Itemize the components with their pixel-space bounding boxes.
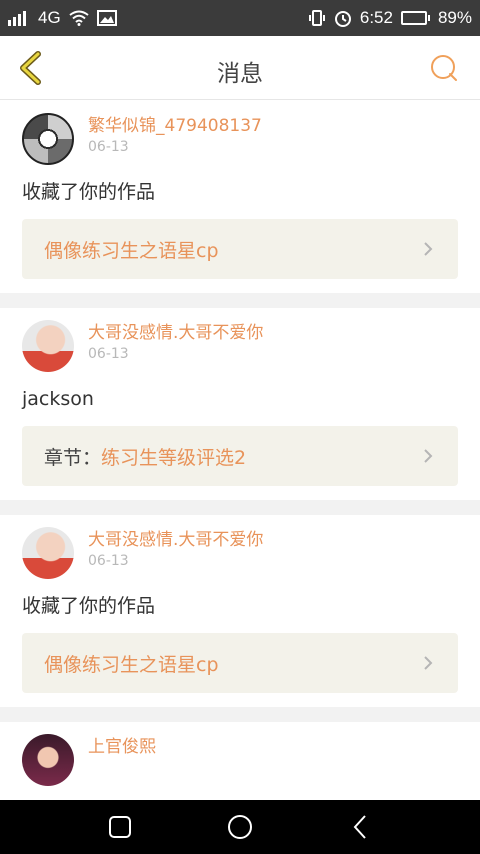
- chevron-right-icon: [424, 656, 433, 670]
- chevron-right-icon: [424, 449, 433, 463]
- work-link[interactable]: 偶像练习生之语星cp: [22, 633, 458, 693]
- notification-message: 收藏了你的作品: [22, 181, 156, 203]
- search-button[interactable]: [426, 50, 462, 86]
- network-type: 4G: [38, 8, 61, 27]
- home-button[interactable]: [220, 807, 260, 847]
- notification-card: 大哥没感情.大哥不爱你 06-13 收藏了你的作品 偶像练习生之语星cp: [0, 515, 480, 707]
- user-name[interactable]: 大哥没感情.大哥不爱你: [88, 529, 263, 551]
- chevron-right-icon: [424, 242, 433, 256]
- link-title: 偶像练习生之语星cp: [44, 239, 219, 262]
- page-title: 消息: [217, 61, 263, 87]
- battery-percent: 89%: [437, 8, 472, 27]
- chapter-link[interactable]: 章节：练习生等级评选2: [22, 426, 458, 486]
- avatar[interactable]: [22, 527, 74, 579]
- notification-date: 06-13: [88, 346, 129, 362]
- notification-card: 繁华似锦_479408137 06-13 收藏了你的作品 偶像练习生之语星cp: [0, 101, 480, 293]
- work-link[interactable]: 偶像练习生之语星cp: [22, 219, 458, 279]
- link-prefix: 章节：: [44, 446, 102, 469]
- notification-date: 06-13: [88, 139, 129, 155]
- link-title: 偶像练习生之语星cp: [44, 653, 219, 676]
- image-icon: [96, 10, 117, 26]
- notification-date: 06-13: [88, 553, 129, 569]
- user-name[interactable]: 繁华似锦_479408137: [88, 115, 262, 137]
- clock: 6:52: [359, 8, 393, 27]
- circle-icon: [228, 815, 252, 839]
- triangle-back-icon: [353, 815, 366, 839]
- vibrate-icon: [308, 10, 325, 26]
- notification-list[interactable]: 繁华似锦_479408137 06-13 收藏了你的作品 偶像练习生之语星cp …: [0, 101, 480, 800]
- wifi-icon: [69, 10, 89, 26]
- square-icon: [109, 816, 131, 838]
- recent-apps-button[interactable]: [100, 807, 140, 847]
- search-icon: [431, 55, 457, 81]
- signal-icon: [8, 11, 26, 26]
- app-header: 消息: [0, 36, 480, 100]
- user-name[interactable]: 大哥没感情.大哥不爱你: [88, 322, 263, 344]
- system-nav-bar: [0, 800, 480, 854]
- status-bar: 4G 6:52 89%: [0, 0, 480, 36]
- battery-icon: [400, 11, 430, 25]
- notification-message: jackson: [22, 388, 94, 410]
- link-title: 练习生等级评选2: [101, 446, 247, 469]
- user-name[interactable]: 上官俊熙: [88, 736, 156, 758]
- notification-card: 上官俊熙: [0, 722, 480, 800]
- avatar[interactable]: [22, 320, 74, 372]
- avatar[interactable]: [22, 734, 74, 786]
- notification-message: 收藏了你的作品: [22, 595, 156, 617]
- avatar[interactable]: [22, 113, 74, 165]
- nav-back-button[interactable]: [340, 807, 380, 847]
- alarm-icon: [334, 11, 351, 27]
- notification-card: 大哥没感情.大哥不爱你 06-13 jackson 章节：练习生等级评选2: [0, 308, 480, 500]
